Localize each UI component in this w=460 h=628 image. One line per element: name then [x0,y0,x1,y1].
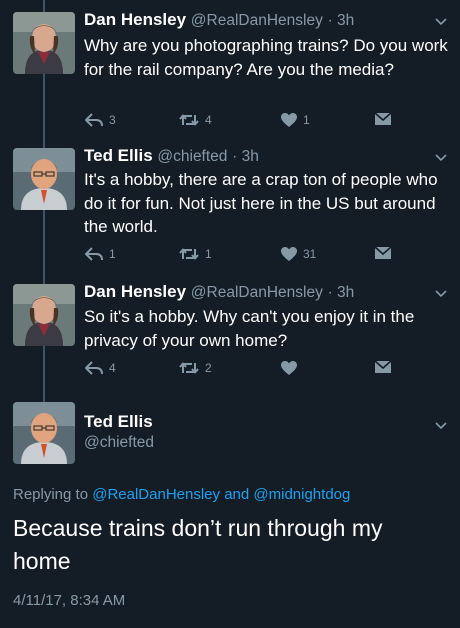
tweet-actions: 4 2 [84,360,414,380]
retweet-button[interactable]: 1 [178,246,212,262]
focused-tweet-text: Because trains don’t run through my home [13,515,383,574]
replying-prefix: Replying to [13,486,89,503]
dan-hensley-avatar[interactable] [13,284,75,346]
heart-icon [281,247,297,261]
tweet-text: Why are you photographing trains? Do you… [84,36,448,79]
like-count: 1 [303,113,310,127]
reply-button[interactable]: 1 [84,246,116,262]
heart-icon [281,113,297,127]
chevron-down-icon[interactable] [434,150,448,164]
heart-icon [281,361,297,375]
mention-link[interactable]: @RealDanHensley [92,486,220,503]
reply-count: 1 [109,247,116,261]
reply-count: 4 [109,361,116,375]
handle[interactable]: @chiefted [157,148,227,165]
thread-line [43,346,45,402]
tweet-header: Ted Ellis @chiefted · 3h [84,146,259,166]
handle[interactable]: @RealDanHensley [191,12,323,29]
dm-button[interactable] [374,246,392,260]
handle[interactable]: @RealDanHensley [191,284,323,301]
envelope-icon [374,360,392,373]
chevron-down-icon[interactable] [434,418,448,432]
tweet-actions: 1 1 31 [84,246,414,266]
retweet-count: 4 [205,113,212,127]
retweet-count: 1 [205,247,212,261]
thread-line [43,210,45,284]
reply-button[interactable]: 4 [84,360,116,376]
like-button[interactable]: 31 [280,246,316,262]
replying-to: Replying to @RealDanHensley and @midnigh… [13,486,350,503]
display-name[interactable]: Ted Ellis [84,146,153,165]
reply-icon [85,247,103,261]
replying-and[interactable]: and [224,486,249,503]
mention-link[interactable]: @midnightdog [253,486,350,503]
tweet-header: Dan Hensley @RealDanHensley · 3h [84,10,354,30]
display-name[interactable]: Dan Hensley [84,282,186,301]
like-button[interactable]: 1 [280,112,310,128]
retweet-icon [179,248,199,260]
reply-icon [85,113,103,127]
thread-line [43,0,45,12]
tweet-actions: 3 4 1 [84,112,414,132]
dm-button[interactable] [374,112,392,126]
tweet-header: Dan Hensley @RealDanHensley · 3h [84,282,354,302]
retweet-button[interactable]: 2 [178,360,212,376]
like-button[interactable] [280,360,303,376]
reply-count: 3 [109,113,116,127]
tweet-text: It's a hobby, there are a crap ton of pe… [84,170,438,236]
timestamp: · 3h [327,12,355,29]
envelope-icon [374,112,392,125]
handle[interactable]: @chiefted [84,434,154,452]
envelope-icon [374,246,392,259]
reply-button[interactable]: 3 [84,112,116,128]
display-name[interactable]: Ted Ellis [84,412,153,432]
thread-line [43,74,45,148]
ted-ellis-avatar[interactable] [13,148,75,210]
ted-ellis-avatar[interactable] [13,402,75,464]
reply-icon [85,361,103,375]
tweet-timestamp: 4/11/17, 8:34 AM [13,592,126,609]
chevron-down-icon[interactable] [434,286,448,300]
like-count: 31 [303,247,317,261]
timestamp: · 3h [232,148,259,165]
tweet-text: So it's a hobby. Why can't you enjoy it … [84,307,415,350]
dan-hensley-avatar[interactable] [13,12,75,74]
dm-button[interactable] [374,360,392,374]
retweet-icon [179,114,199,126]
chevron-down-icon[interactable] [434,14,448,28]
retweet-icon [179,362,199,374]
display-name[interactable]: Dan Hensley [84,10,186,29]
retweet-count: 2 [205,361,212,375]
retweet-button[interactable]: 4 [178,112,212,128]
timestamp: · 3h [327,284,355,301]
